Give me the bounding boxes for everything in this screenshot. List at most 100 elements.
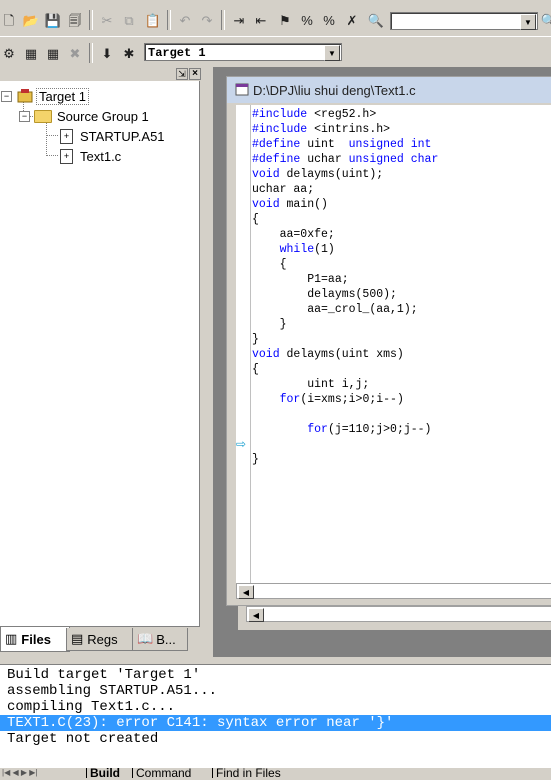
code-line: #include <reg52.h> [252,108,377,121]
build-icon[interactable]: ▦ [22,44,40,62]
tree-item-target[interactable]: − Target 1 [1,87,89,105]
code-line: } [252,453,259,466]
copy-icon[interactable]: ⧉ [120,11,138,29]
chevron-down-icon[interactable]: ▼ [520,14,536,30]
code-editor[interactable]: #include <reg52.h> #include <intrins.h> #d… [251,105,551,583]
tab-regs[interactable]: ▤ Regs [66,628,136,651]
tab-label: Build [90,766,120,780]
output-line[interactable]: Build target 'Target 1' [7,667,200,683]
editor-title-bar[interactable]: D:\DPJ\liu shui deng\Text1.c [227,77,551,103]
code-line: delayms(500); [252,288,397,301]
books-tab-icon: 📖 [137,631,154,646]
clear-bookmarks-icon[interactable]: ✗ [343,11,361,29]
splitter[interactable] [0,657,551,664]
save-icon[interactable]: 💾 [44,11,62,29]
find-combo[interactable]: ▼ [390,12,538,30]
scroll-left-icon[interactable]: ◀ [248,608,264,622]
file-icon: + [60,148,73,164]
code-line: P1=aa; [252,273,349,286]
redo-icon[interactable]: ↷ [198,11,216,29]
close-icon[interactable]: × [189,68,201,80]
tree-line [46,135,58,136]
output-line[interactable]: compiling Text1.c... [7,699,175,715]
collapse-icon[interactable]: − [19,110,30,122]
code-line: aa=_crol_(aa,1); [252,303,418,316]
target-options-icon[interactable]: ✱ [120,44,138,62]
toolbar-separator [167,10,171,30]
code-line: for(i=xms;i>0;i--) [279,393,404,406]
stop-build-icon[interactable]: ✖ [66,44,84,62]
regs-tab-icon: ▤ [71,631,84,646]
translate-icon[interactable]: ⚙ [0,44,18,62]
save-all-icon[interactable]: 🗐 [66,11,84,29]
tab-label: Files [21,631,51,647]
group-label: Source Group 1 [57,108,149,124]
build-toolbar: ⚙ ▦ ▦ ✖ ⬇ ✱ Target 1 ▼ [0,36,551,67]
code-line: uchar aa; [252,183,315,196]
cut-icon[interactable]: ✂ [98,11,116,29]
target-combo[interactable]: Target 1 ▼ [144,43,342,61]
tab-nav-arrows[interactable]: |◀ ◀ ▶ ▶| [2,768,82,777]
file-icon: + [60,128,73,144]
target-label: Target 1 [36,87,89,105]
indent-icon[interactable]: ⇥ [230,11,248,29]
project-tree: − Target 1 − Source Group 1 + STARTUP.A5… [0,81,200,627]
open-file-icon[interactable]: 📂 [22,11,40,29]
code-line: #define uint unsigned int [252,138,432,151]
tab-label: Command [136,766,192,780]
code-line: #include <intrins.h> [252,123,391,136]
output-line[interactable]: Target not created [7,731,158,747]
background-window: ◀ [238,604,551,630]
tab-files[interactable]: ▥ Files [0,627,70,652]
code-line: } [252,318,287,331]
tab-label: Find in Files [216,766,281,780]
file-label: Text1.c [80,148,122,164]
code-line: { [252,258,287,271]
output-line[interactable]: assembling STARTUP.A51... [7,683,217,699]
tab-books[interactable]: 📖 B... [132,628,188,651]
scroll-left-icon[interactable]: ◀ [238,585,254,599]
chevron-down-icon[interactable]: ▼ [324,45,340,61]
tree-item-file[interactable]: + Text1.c [60,147,123,165]
tab-label: Regs [87,631,118,647]
toolbar-separator [89,10,93,30]
output-window[interactable]: Build target 'Target 1' assembling STARTU… [0,664,551,771]
toolbar-separator [89,43,93,63]
code-line: void main() [252,198,328,211]
new-file-icon[interactable]: 🗋 [0,11,18,29]
unindent-icon[interactable]: ⇤ [252,11,270,29]
code-line: while(1) [279,243,335,256]
code-line: { [252,213,259,226]
tab-label: B... [156,631,176,647]
code-line: void delayms(uint); [252,168,384,181]
target-icon [17,89,33,103]
code-line: #define uchar unsigned char [252,153,439,166]
collapse-icon[interactable]: − [1,90,12,102]
tree-item-source-group[interactable]: − Source Group 1 [19,107,151,125]
folder-icon [34,109,52,123]
horizontal-scrollbar[interactable]: ◀ [246,606,551,622]
rebuild-icon[interactable]: ▦ [44,44,62,62]
code-line: for(j=110;j>0;j--) [307,423,432,436]
code-line: aa=0xfe; [252,228,335,241]
next-bookmark-icon[interactable]: % [320,11,338,29]
error-line[interactable]: TEXT1.C(23): error C141: syntax error ne… [0,715,551,731]
editor-window: D:\DPJ\liu shui deng\Text1.c ⇨ #include … [226,76,551,606]
code-line: uint i,j; [252,378,370,391]
tree-item-file[interactable]: + STARTUP.A51 [60,127,167,145]
bookmark-icon[interactable]: ⚑ [276,11,294,29]
horizontal-scrollbar[interactable]: ◀ [236,583,551,599]
code-line: { [252,363,259,376]
editor-title: D:\DPJ\liu shui deng\Text1.c [253,82,416,98]
paste-icon[interactable]: 📋 [144,11,162,29]
download-icon[interactable]: ⬇ [98,44,116,62]
target-combo-value: Target 1 [148,46,206,60]
output-tab-strip: |◀ ◀ ▶ ▶| Build Command Find in Files [0,766,551,780]
panel-resize-icon[interactable]: ⇲ [176,68,188,80]
undo-icon[interactable]: ↶ [176,11,194,29]
find-in-files-icon[interactable]: 🔍 [367,11,385,29]
code-line: } [252,333,259,346]
find-icon[interactable]: 🔍 [540,11,551,29]
file-label: STARTUP.A51 [80,128,165,144]
prev-bookmark-icon[interactable]: % [298,11,316,29]
